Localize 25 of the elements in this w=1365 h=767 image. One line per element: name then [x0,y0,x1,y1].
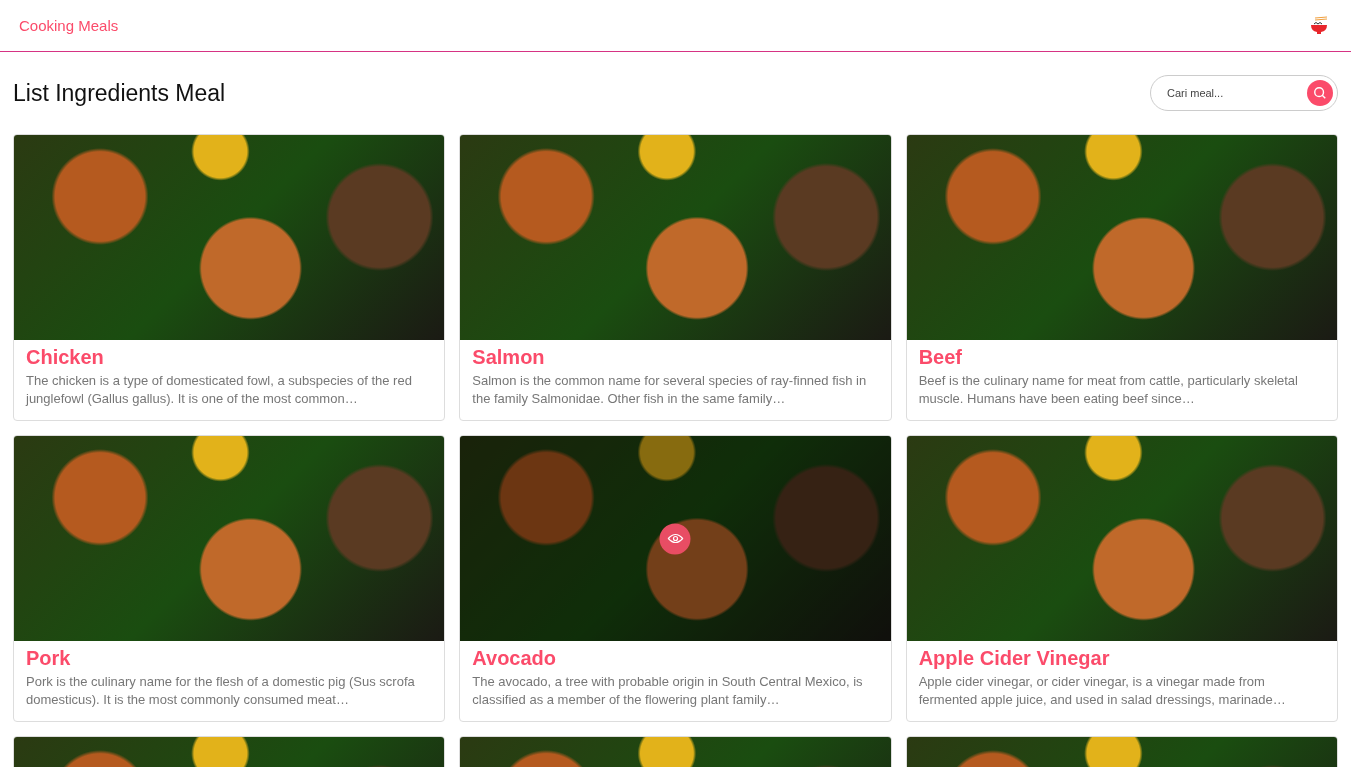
search-field[interactable]: Cari meal... [1150,75,1338,111]
meal-title: Salmon [472,346,546,369]
view-button[interactable] [660,523,691,554]
meal-title: Avocado [472,647,558,670]
meal-description: The avocado, a tree with probable origin in South Central Mexico, is classified as a member of the flowering plant family… [472,673,864,709]
meal-card[interactable]: Avocado The avocado, a tree with probable origin in South Central Mexico, is classified as a member of the flowering plant family… [459,435,892,722]
meal-description: Apple cider vinegar, or cider vinegar, is a vinegar made from fermented apple juice, and used in salad dressings, marinade… [918,673,1287,709]
brand-link[interactable]: Cooking Meals [19,17,119,34]
meal-description: The chicken is a type of domesticated fowl, a subspecies of the red junglefowl (Gallus gallus). It is one of the most common… [26,372,413,408]
meal-card[interactable]: Beef Beef is the culinary name for meat from cattle, particularly skeletal muscle. Humans have been eating beef since… [905,134,1338,421]
meal-title: Pork [26,647,72,670]
meal-description: Beef is the culinary name for meat from cattle, particularly skeletal muscle. Humans have been eating beef since… [918,372,1299,408]
meal-title: Apple Cider Vinegar [918,647,1111,670]
noodle-bowl-icon[interactable] [1309,15,1329,36]
meal-title: Beef [918,346,963,369]
page-title: List Ingredients Meal [13,79,226,107]
search-icon [1313,86,1327,100]
meal-card[interactable]: Chicken The chicken is a type of domesticated fowl, a subspecies of the red junglefowl (Gallus gallus). It is one of the most common… [13,134,446,421]
meal-card[interactable]: Apple Cider Vinegar Apple cider vinegar, or cider vinegar, is a vinegar made from fermented apple juice, and used in salad dressings, marinade… [905,435,1338,722]
meal-description: Pork is the culinary name for the flesh of a domestic pig (Sus scrofa domesticus). It is the most commonly consumed meat… [26,673,416,709]
eye-icon [667,532,684,545]
meal-description: Salmon is the common name for several species of ray-finned fish in the family Salmonidae. Other fish in the same family… [472,372,868,408]
meal-card[interactable]: Pork Pork is the culinary name for the flesh of a domestic pig (Sus scrofa domesticus). It is the most commonly consumed meat… [13,435,446,722]
meal-title: Chicken [26,346,105,369]
meal-card[interactable]: Salmon Salmon is the common name for several species of ray-finned fish in the family Salmonidae. Other fish in the same family… [459,134,892,421]
